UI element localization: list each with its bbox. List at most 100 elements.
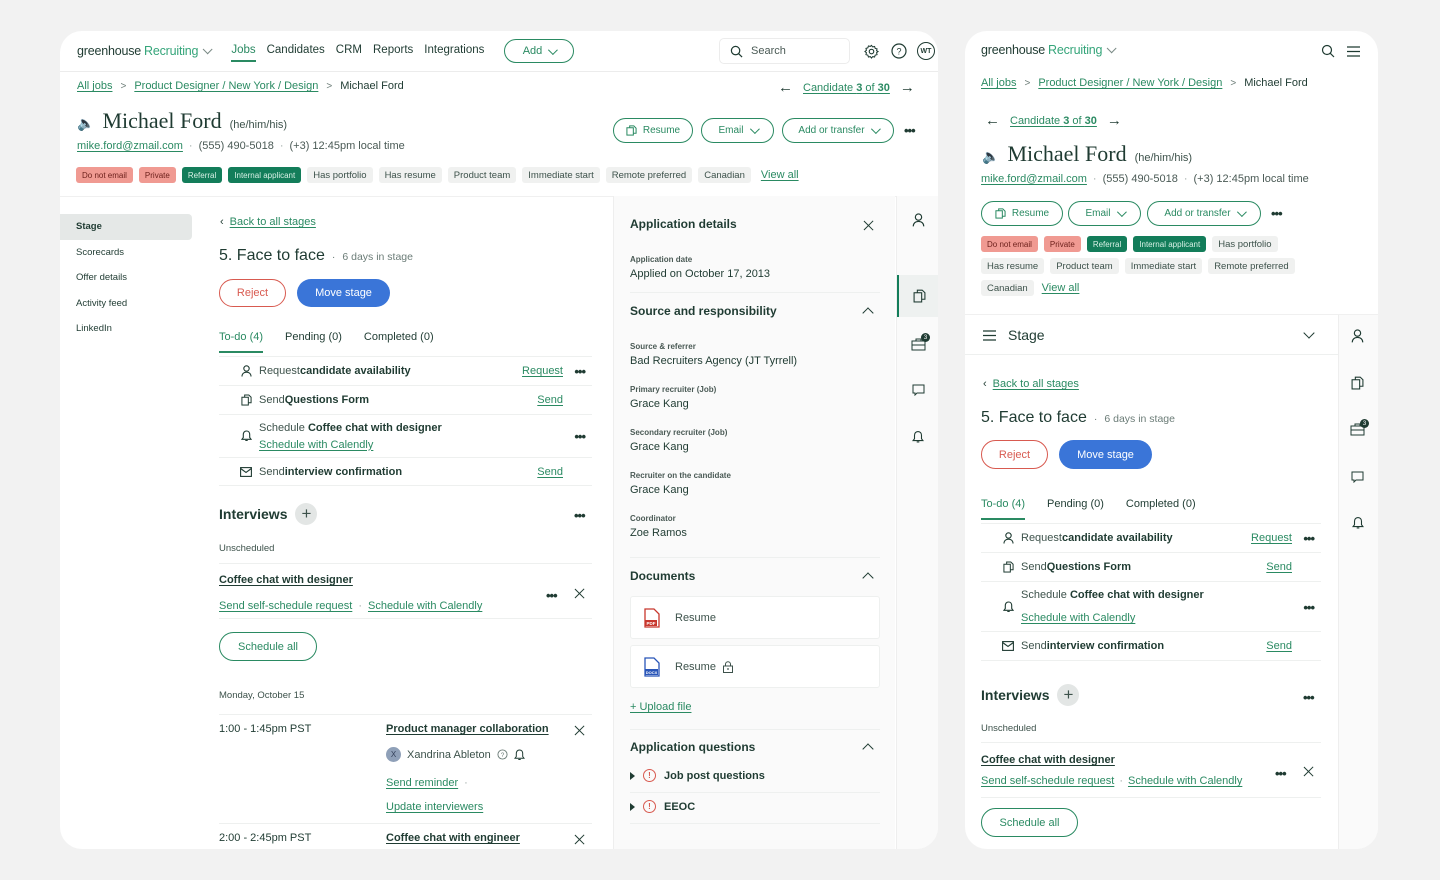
arrow-left-icon[interactable]: ←	[778, 79, 793, 96]
stage-section-toggle[interactable]: Stage	[983, 327, 1045, 343]
more-icon[interactable]: •••	[546, 589, 558, 602]
arrow-right-icon[interactable]: →	[900, 79, 915, 96]
unscheduled-interview-name[interactable]: Coffee chat with designer	[981, 754, 1115, 766]
view-all-tags-link[interactable]: View all	[761, 169, 799, 181]
candidate-email[interactable]: mike.ford@zmail.com	[77, 140, 183, 152]
sidebar-item-activity-feed[interactable]: Activity feed	[60, 291, 192, 317]
more-icon[interactable]: •••	[1275, 767, 1287, 780]
nav-integrations[interactable]: Integrations	[424, 40, 484, 62]
add-or-transfer-button[interactable]: Add or transfer	[782, 118, 894, 143]
interviews-more-icon[interactable]: •••	[574, 509, 586, 522]
speaker-icon[interactable]: 🔈	[982, 149, 999, 165]
settings-button[interactable]	[863, 43, 879, 59]
rail-profile[interactable]	[897, 198, 938, 242]
candidate-pager-link[interactable]: Candidate 3 of 30	[1010, 115, 1097, 127]
add-interview-button[interactable]: +	[295, 503, 318, 525]
nav-jobs[interactable]: Jobs	[231, 40, 256, 62]
chevron-down-icon[interactable]	[1303, 327, 1315, 339]
add-button[interactable]: Add	[504, 39, 574, 63]
tab-pending[interactable]: Pending (0)	[285, 331, 342, 353]
breadcrumb-all-jobs[interactable]: All jobs	[77, 80, 112, 92]
unscheduled-interview-name[interactable]: Coffee chat with designer	[219, 574, 353, 586]
tab-pending[interactable]: Pending (0)	[1047, 498, 1104, 520]
document-item[interactable]: PDF Resume	[630, 596, 880, 639]
breadcrumb-all-jobs[interactable]: All jobs	[981, 77, 1016, 89]
more-icon[interactable]: •••	[1303, 601, 1315, 614]
app-logo[interactable]: greenhouse Recruiting	[981, 42, 1117, 57]
question-item[interactable]: ! EEOC	[630, 800, 695, 813]
breadcrumb-job[interactable]: Product Designer / New York / Design	[1038, 77, 1222, 89]
close-details-icon[interactable]	[863, 220, 874, 231]
sidebar-item-stage[interactable]: Stage	[60, 214, 192, 240]
chevron-up-icon[interactable]	[862, 307, 874, 319]
close-icon[interactable]	[574, 725, 585, 736]
app-logo[interactable]: greenhouse Recruiting	[77, 43, 213, 58]
view-all-tags-link[interactable]: View all	[1042, 282, 1080, 294]
request-availability-link[interactable]: Request	[522, 365, 563, 377]
move-stage-button[interactable]: Move stage	[1059, 440, 1152, 469]
add-or-transfer-button[interactable]: Add or transfer	[1147, 201, 1261, 226]
more-actions-icon[interactable]: •••	[1271, 207, 1283, 220]
back-to-stages[interactable]: ‹ Back to all stages	[220, 216, 316, 228]
resume-button[interactable]: Resume	[981, 201, 1063, 226]
send-questions-link[interactable]: Send	[1266, 561, 1292, 573]
send-confirmation-link[interactable]: Send	[1266, 640, 1292, 652]
tab-todo[interactable]: To-do (4)	[219, 331, 264, 353]
sidebar-item-linkedin[interactable]: LinkedIn	[60, 316, 192, 342]
sidebar-item-offer-details[interactable]: Offer details	[60, 265, 192, 291]
rail-comments[interactable]	[897, 368, 938, 412]
rail-profile[interactable]	[1351, 329, 1364, 346]
arrow-right-icon[interactable]: →	[1107, 112, 1122, 129]
upload-file-link[interactable]: + Upload file	[630, 701, 691, 713]
more-actions-icon[interactable]: •••	[904, 124, 916, 137]
menu-button[interactable]	[1345, 43, 1361, 59]
tab-completed[interactable]: Completed (0)	[1126, 498, 1196, 520]
more-icon[interactable]: •••	[1303, 532, 1315, 545]
close-icon[interactable]	[574, 834, 585, 845]
interviews-more-icon[interactable]: •••	[1303, 691, 1315, 704]
rail-notifications[interactable]	[1352, 516, 1364, 533]
arrow-left-icon[interactable]: ←	[985, 112, 1000, 129]
move-stage-button[interactable]: Move stage	[297, 279, 390, 307]
schedule-calendly-link[interactable]: Schedule with Calendly	[1021, 612, 1204, 624]
rail-comments[interactable]	[1351, 471, 1364, 486]
help-button[interactable]: ?	[890, 42, 907, 59]
email-button[interactable]: Email	[1068, 201, 1141, 226]
tab-todo[interactable]: To-do (4)	[981, 498, 1026, 520]
add-interview-button[interactable]: +	[1057, 684, 1080, 706]
update-interviewers-link[interactable]: Update interviewers	[386, 801, 483, 813]
rail-documents[interactable]	[897, 275, 938, 317]
avatar[interactable]: WT	[917, 42, 935, 60]
request-availability-link[interactable]: Request	[1251, 532, 1292, 544]
email-button[interactable]: Email	[701, 118, 774, 143]
breadcrumb-job[interactable]: Product Designer / New York / Design	[134, 80, 318, 92]
rail-jobs[interactable]: 3	[1350, 419, 1369, 439]
nav-crm[interactable]: CRM	[336, 40, 362, 62]
reject-button[interactable]: Reject	[981, 440, 1048, 469]
schedule-calendly-link[interactable]: Schedule with Calendly	[259, 439, 442, 451]
tab-completed[interactable]: Completed (0)	[364, 331, 434, 353]
chevron-up-icon[interactable]	[862, 743, 874, 755]
send-self-schedule-link[interactable]: Send self-schedule request	[219, 600, 352, 612]
nav-candidates[interactable]: Candidates	[267, 40, 325, 62]
candidate-pager-link[interactable]: Candidate 3 of 30	[803, 82, 890, 94]
rail-documents[interactable]	[1351, 376, 1364, 393]
nav-reports[interactable]: Reports	[373, 40, 413, 62]
interview-name[interactable]: Coffee chat with engineer	[386, 832, 520, 844]
close-icon[interactable]	[574, 588, 585, 599]
send-reminder-link[interactable]: Send reminder	[386, 777, 458, 789]
schedule-calendly-link[interactable]: Schedule with Calendly	[368, 600, 482, 612]
back-to-stages-link[interactable]: Back to all stages	[993, 378, 1079, 390]
search-button[interactable]	[1320, 43, 1336, 59]
rail-notifications[interactable]	[897, 415, 938, 459]
interview-name[interactable]: Product manager collaboration	[386, 723, 549, 735]
send-confirmation-link[interactable]: Send	[537, 466, 563, 478]
chevron-up-icon[interactable]	[862, 572, 874, 584]
schedule-calendly-link[interactable]: Schedule with Calendly	[1128, 775, 1242, 787]
back-to-stages-link[interactable]: Back to all stages	[230, 216, 316, 228]
schedule-all-button[interactable]: Schedule all	[219, 632, 317, 661]
sidebar-item-scorecards[interactable]: Scorecards	[60, 240, 192, 266]
candidate-email[interactable]: mike.ford@zmail.com	[981, 173, 1087, 185]
close-icon[interactable]	[1303, 766, 1314, 777]
reject-button[interactable]: Reject	[219, 279, 286, 307]
